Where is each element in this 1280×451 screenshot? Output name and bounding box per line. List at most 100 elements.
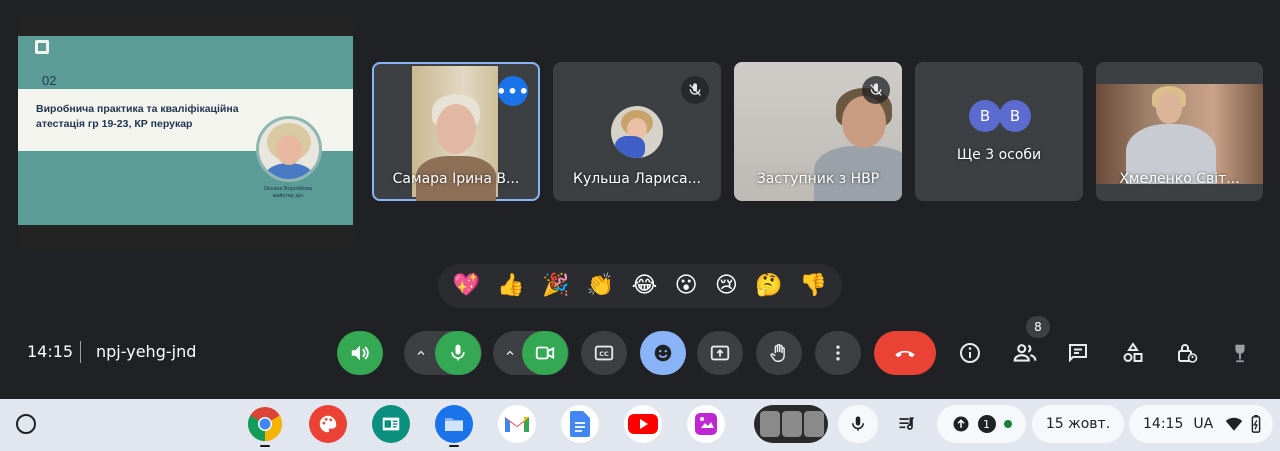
status-area[interactable]: 14:15 UA (1129, 405, 1273, 443)
shelf-time: 14:15 (1143, 416, 1184, 432)
mic-off-icon (862, 76, 890, 104)
classroom-app[interactable] (372, 405, 410, 443)
youtube-icon (628, 414, 658, 434)
palette-icon (319, 415, 337, 433)
people-button[interactable] (1011, 339, 1039, 367)
raise-hand-button[interactable] (756, 331, 802, 375)
chrome-app[interactable] (246, 405, 284, 447)
device-status-button[interactable] (1226, 339, 1254, 367)
people-count-badge: 8 (1026, 316, 1050, 338)
lock-person-icon (1178, 344, 1198, 363)
participant-tile-khmelenko[interactable]: Хмеленко Світ... (1096, 62, 1263, 201)
reaction-laugh[interactable]: 😂 (632, 274, 658, 298)
cc-icon: CC (594, 345, 614, 361)
present-button[interactable] (697, 331, 743, 375)
reaction-thinking[interactable]: 🤔 (755, 274, 782, 298)
meeting-time: 14:15 (27, 342, 74, 361)
camera-button[interactable] (522, 331, 568, 375)
gallery-app[interactable] (687, 405, 725, 443)
docs-app[interactable] (561, 405, 599, 443)
reaction-heart[interactable]: 💖 (453, 274, 480, 298)
files-app[interactable] (435, 405, 473, 447)
chevron-up-icon[interactable] (503, 346, 517, 360)
chevron-up-icon[interactable] (414, 346, 428, 360)
more-vert-icon (836, 345, 840, 361)
hangup-icon (895, 350, 915, 358)
meet-window-thumbnail[interactable] (754, 405, 828, 443)
calendar-date[interactable]: 15 жовт. (1032, 405, 1124, 443)
presenter-caption: Оксана Воробйова майстер д/н (248, 186, 328, 200)
present-icon (710, 345, 730, 361)
presenter-photo (256, 116, 322, 182)
presenter-name: Оксана Воробйова (263, 186, 313, 192)
avatar-initial: В (999, 100, 1031, 132)
audio-output-button[interactable] (337, 331, 383, 375)
gmail-app[interactable] (498, 405, 536, 443)
host-controls-button[interactable] (1173, 339, 1201, 367)
dictation-button[interactable] (838, 405, 878, 443)
reaction-clap[interactable]: 👏 (587, 274, 614, 298)
os-shelf: 1 15 жовт. 14:15 UA (0, 399, 1280, 451)
chrome-icon (248, 407, 282, 441)
classroom-icon (382, 417, 400, 431)
activities-icon (1123, 342, 1143, 362)
chat-button[interactable] (1064, 339, 1092, 367)
media-controls-button[interactable] (887, 405, 927, 443)
keyboard-layout: UA (1193, 416, 1214, 432)
notifications-tray[interactable]: 1 (937, 405, 1026, 443)
mic-button[interactable] (435, 331, 481, 375)
participant-tile-kulsha[interactable]: Кульша Лариса... (553, 62, 721, 201)
reaction-party[interactable]: 🎉 (542, 274, 569, 298)
participant-name: Заступник з НВР (756, 171, 880, 187)
more-options-button[interactable] (815, 331, 861, 375)
youtube-app[interactable] (624, 405, 662, 443)
reactions-button[interactable] (640, 331, 686, 375)
reactions-bar: 💖 👍 🎉 👏 😂 😮 😢 🤔 👎 (438, 264, 842, 308)
participant-tile-zastupnyk[interactable]: Заступник з НВР (734, 62, 902, 201)
participant-name: Кульша Лариса... (573, 171, 701, 187)
playlist-icon (899, 417, 914, 430)
divider (80, 341, 81, 363)
speaker-icon (351, 345, 369, 361)
hand-icon (770, 343, 785, 362)
reaction-thumbs-down[interactable]: 👎 (800, 274, 827, 298)
reaction-surprised[interactable]: 😮 (675, 274, 698, 298)
captions-button[interactable]: CC (581, 331, 627, 375)
canvas-app[interactable] (309, 405, 347, 443)
gmail-icon (505, 417, 529, 432)
avatar (611, 106, 663, 158)
participant-name: Ще 3 особи (956, 147, 1042, 163)
mic-off-icon (681, 76, 709, 104)
more-options-icon[interactable]: ••• (496, 76, 529, 106)
upload-icon (953, 416, 968, 432)
meeting-info-button[interactable] (956, 339, 984, 367)
chat-icon (1069, 344, 1087, 363)
mic-icon (852, 416, 864, 431)
participant-video (1096, 84, 1263, 184)
launcher-icon[interactable] (16, 414, 36, 434)
slide-title: Виробнича практика та кваліфікаційна ате… (36, 103, 239, 130)
wifi-icon (1225, 417, 1243, 431)
leave-call-button[interactable] (874, 331, 936, 375)
svg-text:CC: CC (599, 350, 609, 358)
mic-icon (451, 344, 465, 361)
info-icon (960, 343, 980, 363)
participant-tile-others[interactable]: В В Ще 3 особи (915, 62, 1083, 201)
camera-icon (535, 346, 555, 360)
folder-icon (445, 418, 463, 431)
meeting-code: npj-yehg-jnd (96, 342, 197, 361)
slide-number: 02 (42, 73, 57, 88)
activities-button[interactable] (1119, 339, 1147, 367)
emoji-icon (654, 344, 672, 362)
wine-glass-icon (1235, 344, 1245, 363)
reaction-thumbs-up[interactable]: 👍 (497, 274, 524, 298)
presenter-role: майстер д/н (272, 193, 304, 199)
reaction-sad[interactable]: 😢 (715, 274, 738, 298)
participant-tile-samara[interactable]: ••• Самара Ірина В... (372, 62, 540, 201)
status-dot (1003, 420, 1012, 428)
slide: 02 Виробнича практика та кваліфікаційна … (18, 36, 353, 225)
people-icon (1013, 344, 1037, 362)
school-logo (35, 40, 49, 54)
docs-icon (570, 411, 590, 437)
presentation-tile[interactable]: 02 Виробнича практика та кваліфікаційна … (18, 13, 353, 250)
